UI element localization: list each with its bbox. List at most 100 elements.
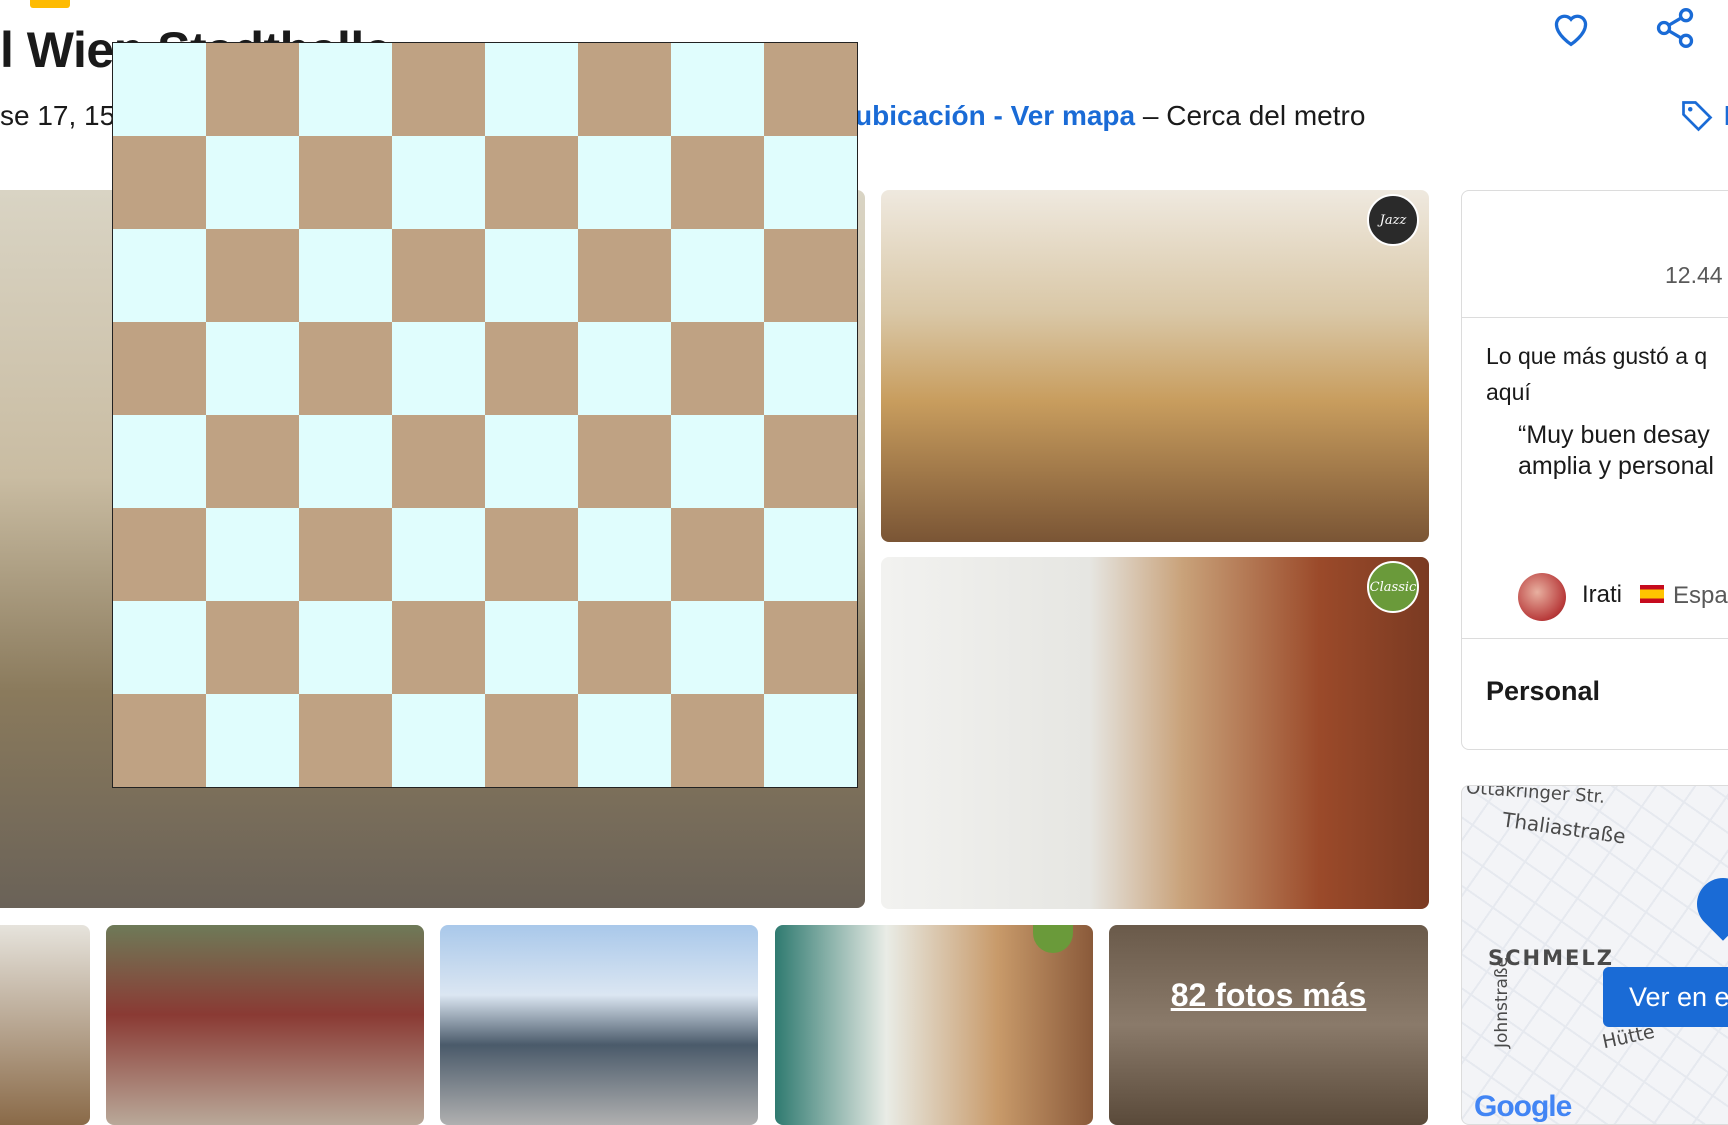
board-square	[578, 229, 671, 322]
reviewer-country: Espa	[1673, 582, 1728, 609]
thumbnail-restaurant[interactable]	[0, 925, 90, 1125]
view-map-button[interactable]: Ver en e	[1603, 967, 1728, 1027]
more-photos-link[interactable]: 82 fotos más	[1171, 977, 1367, 1014]
thumbnail-room[interactable]	[775, 925, 1093, 1125]
divider	[1462, 638, 1728, 639]
board-square	[578, 322, 671, 415]
board-square	[392, 694, 485, 787]
jazz-badge: Jazz	[1367, 194, 1419, 246]
board-square	[671, 415, 764, 508]
board-square	[764, 694, 857, 787]
checkerboard-overlay	[112, 42, 858, 788]
share-icon	[1656, 8, 1694, 48]
board-square	[299, 229, 392, 322]
board-square	[299, 415, 392, 508]
board-square	[764, 508, 857, 601]
board-square	[206, 601, 299, 694]
board-square	[764, 322, 857, 415]
board-square	[392, 508, 485, 601]
board-square	[113, 601, 206, 694]
board-square	[671, 229, 764, 322]
review-heading: Lo que más gustó a q aquí	[1486, 343, 1708, 405]
board-square	[764, 136, 857, 229]
board-square	[485, 229, 578, 322]
board-square	[764, 43, 857, 136]
board-square	[578, 601, 671, 694]
avatar	[1518, 573, 1566, 621]
board-square	[485, 136, 578, 229]
board-square	[485, 322, 578, 415]
board-square	[299, 322, 392, 415]
board-square	[485, 694, 578, 787]
location-row: ubicación - Ver mapa – Cerca del metro	[855, 100, 1365, 132]
board-square	[206, 43, 299, 136]
spain-flag-icon	[1640, 585, 1664, 603]
board-square	[485, 601, 578, 694]
photo-room-bathroom[interactable]: Classic	[881, 557, 1429, 909]
board-square	[113, 43, 206, 136]
board-square	[206, 229, 299, 322]
location-note: – Cerca del metro	[1135, 100, 1366, 131]
board-square	[206, 694, 299, 787]
board-square	[671, 322, 764, 415]
review-quote[interactable]: “Muy buen desay amplia y personal	[1518, 420, 1728, 482]
tag-icon	[1682, 101, 1713, 132]
board-square	[764, 601, 857, 694]
board-square	[392, 322, 485, 415]
map-street-label: Thaliastraße	[1500, 807, 1628, 849]
classic-badge: Classic	[1367, 561, 1419, 613]
thumbnail-elevator-hall[interactable]	[106, 925, 424, 1125]
board-square	[485, 508, 578, 601]
google-attribution: Google	[1474, 1090, 1572, 1124]
board-square	[299, 136, 392, 229]
share-button[interactable]	[1647, 0, 1703, 56]
board-square	[764, 229, 857, 322]
hotel-address: se 17, 15.	[0, 100, 123, 131]
review-count: 12.44	[1665, 262, 1723, 288]
board-square	[671, 601, 764, 694]
board-square	[113, 229, 206, 322]
board-square	[578, 415, 671, 508]
google-logo-text: Google	[1474, 1090, 1572, 1123]
board-square	[671, 694, 764, 787]
board-square	[764, 415, 857, 508]
board-square	[206, 322, 299, 415]
price-match-link[interactable]: I	[1665, 88, 1728, 144]
map-street-label: Johnstraße	[1492, 956, 1512, 1048]
board-square	[578, 136, 671, 229]
board-square	[113, 415, 206, 508]
board-square	[206, 508, 299, 601]
location-map[interactable]: Ottakringer Str. Thaliastraße SCHMELZ Jo…	[1461, 785, 1728, 1125]
divider	[1462, 317, 1728, 318]
board-square	[392, 229, 485, 322]
photo-double-room[interactable]: Jazz	[881, 190, 1429, 542]
category-personal: Personal	[1486, 676, 1601, 706]
board-square	[299, 601, 392, 694]
star-rating-badge	[30, 0, 70, 8]
board-square	[113, 136, 206, 229]
family-badge	[1033, 925, 1073, 953]
board-square	[671, 508, 764, 601]
board-square	[578, 694, 671, 787]
reviewer-name: Irati	[1582, 581, 1623, 608]
heart-icon	[1554, 14, 1588, 47]
board-square	[485, 43, 578, 136]
board-square	[206, 136, 299, 229]
thumbnail-more-photos[interactable]: 82 fotos más	[1109, 925, 1428, 1125]
board-square	[671, 43, 764, 136]
price-tag-label: I	[1723, 100, 1728, 131]
board-square	[113, 508, 206, 601]
board-square	[392, 601, 485, 694]
board-square	[578, 508, 671, 601]
thumbnail-stadthalle-exterior[interactable]	[440, 925, 758, 1125]
board-square	[299, 43, 392, 136]
board-square	[299, 694, 392, 787]
board-square	[392, 415, 485, 508]
favorite-button[interactable]	[1543, 0, 1599, 56]
board-square	[392, 43, 485, 136]
board-square	[206, 415, 299, 508]
board-square	[113, 694, 206, 787]
board-square	[485, 415, 578, 508]
view-map-link[interactable]: ubicación - Ver mapa	[855, 100, 1135, 131]
board-square	[299, 508, 392, 601]
